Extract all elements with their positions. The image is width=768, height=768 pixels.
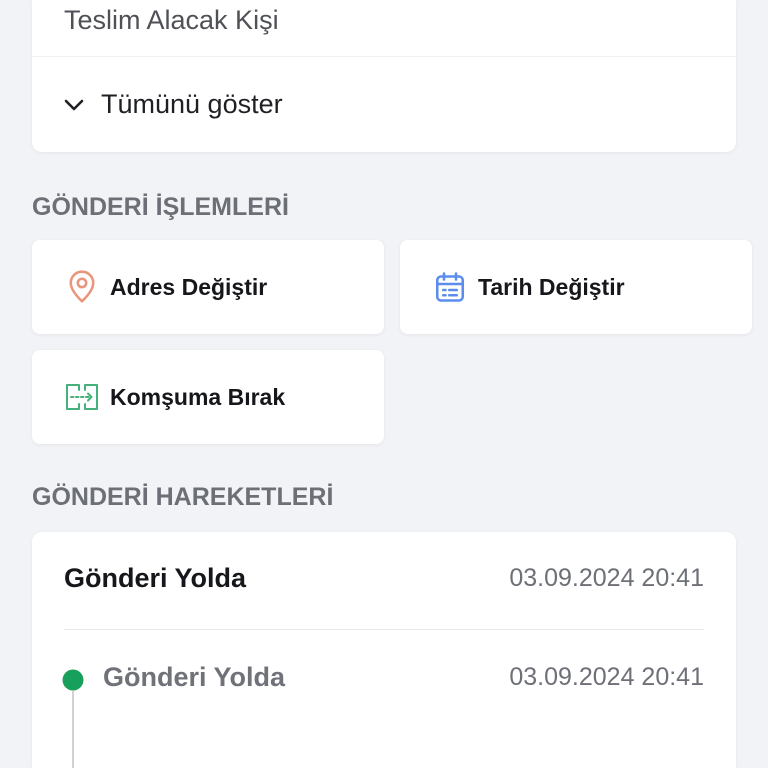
shipment-movements-title: GÖNDERİ HAREKETLERİ — [32, 483, 334, 511]
neighbor-handover-icon — [64, 379, 100, 415]
current-status-label: Gönderi Yolda — [64, 562, 247, 593]
timeline-event: Gönderi Yolda 03.09.2024 20:41 — [103, 660, 704, 694]
shipment-movements-card: Gönderi Yolda 03.09.2024 20:41 Gönderi Y… — [32, 532, 736, 768]
chevron-down-icon — [64, 99, 84, 111]
event-datetime: 03.09.2024 20:41 — [509, 662, 704, 691]
current-status-datetime: 03.09.2024 20:41 — [509, 563, 704, 592]
calendar-icon — [432, 269, 468, 305]
location-pin-icon — [64, 269, 100, 305]
shipment-actions-title: GÖNDERİ İŞLEMLERİ — [32, 193, 289, 221]
change-date-button[interactable]: Tarih Değiştir — [400, 240, 752, 334]
recipient-label: Teslim Alacak Kişi — [64, 5, 279, 35]
recipient-card: Teslim Alacak Kişi Tümünü göster — [32, 0, 736, 152]
leave-with-neighbor-label: Komşuma Bırak — [110, 383, 286, 410]
change-address-label: Adres Değiştir — [110, 273, 268, 300]
event-label: Gönderi Yolda — [103, 661, 286, 692]
change-address-button[interactable]: Adres Değiştir — [32, 240, 384, 334]
divider — [64, 629, 704, 630]
change-date-label: Tarih Değiştir — [478, 273, 625, 300]
leave-with-neighbor-button[interactable]: Komşuma Bırak — [32, 350, 384, 444]
show-all-label: Tümünü göster — [101, 89, 283, 119]
timeline-line — [72, 691, 74, 768]
current-status-row: Gönderi Yolda 03.09.2024 20:41 — [64, 532, 704, 624]
show-all-toggle[interactable]: Tümünü göster — [32, 57, 736, 152]
timeline-dot — [62, 669, 84, 691]
